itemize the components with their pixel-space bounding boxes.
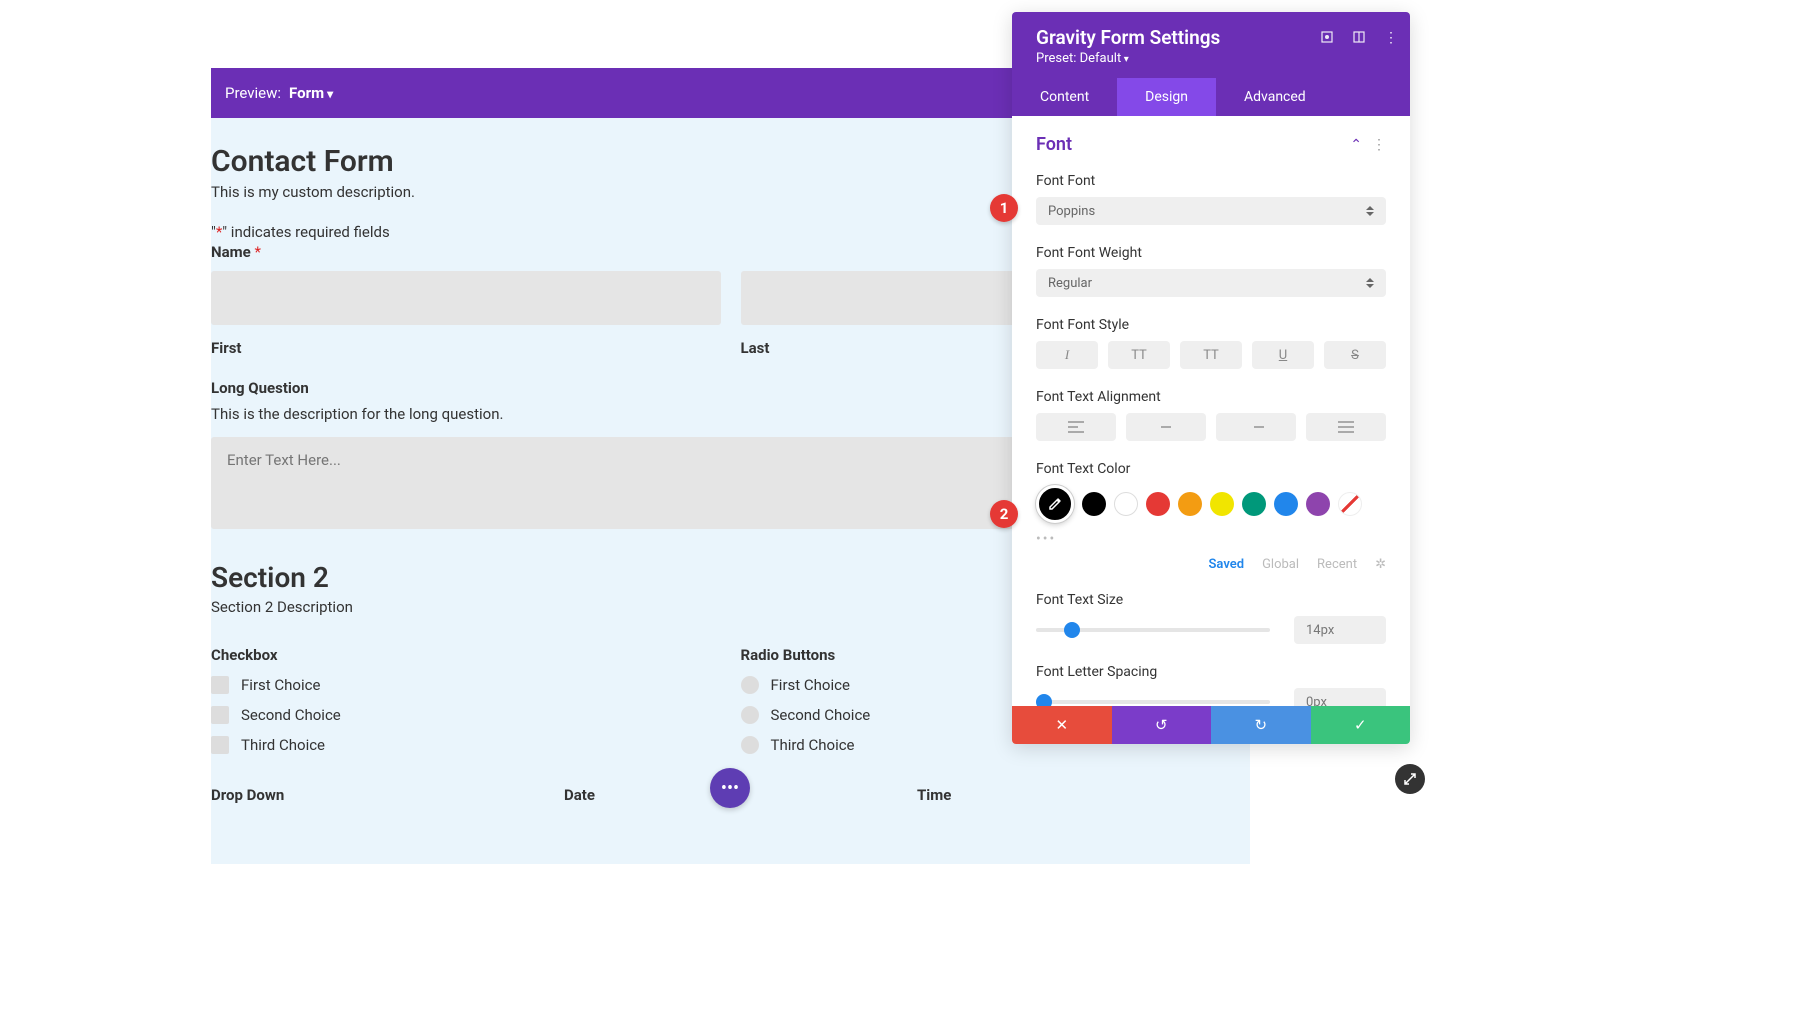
panel-tabs: Content Design Advanced (1012, 78, 1410, 116)
color-tab-global[interactable]: Global (1262, 557, 1299, 572)
slider-thumb[interactable] (1064, 622, 1080, 638)
color-picker-button[interactable] (1036, 485, 1074, 523)
swatch-teal[interactable] (1242, 492, 1266, 516)
align-justify-icon (1338, 421, 1354, 433)
color-tab-saved[interactable]: Saved (1209, 557, 1245, 572)
settings-panel: Gravity Form Settings Preset: Default ⋮ … (1012, 12, 1410, 744)
more-dots-icon[interactable]: ••• (1036, 531, 1386, 547)
font-weight-select[interactable]: Regular (1036, 269, 1386, 297)
annotation-badge-1: 1 (990, 194, 1018, 222)
italic-button[interactable]: I (1036, 341, 1098, 369)
checkbox-title: Checkbox (211, 646, 721, 664)
checkbox-icon (211, 706, 229, 724)
redo-icon: ↻ (1254, 716, 1267, 734)
align-left-button[interactable] (1036, 413, 1116, 441)
eyedropper-icon (1047, 496, 1063, 512)
swatch-none[interactable] (1338, 492, 1362, 516)
redo-button[interactable]: ↻ (1211, 706, 1311, 744)
text-size-label: Font Text Size (1036, 592, 1386, 608)
radio-icon (741, 736, 759, 754)
radio-icon (741, 706, 759, 724)
text-alignment-label: Font Text Alignment (1036, 389, 1386, 405)
swatch-white[interactable] (1114, 492, 1138, 516)
swatch-black[interactable] (1082, 492, 1106, 516)
uppercase-button[interactable]: TT (1108, 341, 1170, 369)
undo-icon: ↺ (1155, 716, 1168, 734)
align-justify-button[interactable] (1306, 413, 1386, 441)
smallcaps-button[interactable]: TT (1180, 341, 1242, 369)
time-label: Time (917, 786, 1250, 804)
text-size-value[interactable]: 14px (1294, 616, 1386, 644)
expand-icon (1403, 772, 1417, 786)
checkbox-icon (211, 676, 229, 694)
panel-body: Font ⌃ ⋮ Font Font Poppins Font Font Wei… (1012, 116, 1410, 706)
dropdown-label: Drop Down (211, 786, 544, 804)
letter-spacing-value[interactable]: 0px (1294, 688, 1386, 706)
undo-button[interactable]: ↺ (1112, 706, 1212, 744)
layout-icon[interactable] (1352, 30, 1366, 46)
text-color-label: Font Text Color (1036, 461, 1386, 477)
tab-content[interactable]: Content (1012, 78, 1117, 116)
cancel-button[interactable]: ✕ (1012, 706, 1112, 744)
checkbox-option[interactable]: Second Choice (211, 706, 721, 724)
kebab-icon[interactable]: ⋮ (1384, 30, 1398, 46)
align-right-icon (1248, 421, 1264, 433)
letter-spacing-slider[interactable] (1036, 700, 1270, 704)
text-size-slider[interactable] (1036, 628, 1270, 632)
font-weight-label: Font Font Weight (1036, 245, 1386, 261)
font-family-select[interactable]: Poppins (1036, 197, 1386, 225)
color-tab-recent[interactable]: Recent (1317, 557, 1357, 572)
swatch-yellow[interactable] (1210, 492, 1234, 516)
panel-footer: ✕ ↺ ↻ ✓ (1012, 706, 1410, 744)
align-left-icon (1068, 421, 1084, 433)
checkbox-option[interactable]: Third Choice (211, 736, 721, 754)
font-section-title: Font (1036, 134, 1072, 155)
gear-icon[interactable]: ✲ (1375, 557, 1386, 572)
align-right-button[interactable] (1216, 413, 1296, 441)
font-family-label: Font Font (1036, 173, 1386, 189)
preview-label: Preview: (225, 84, 281, 102)
first-name-sublabel: First (211, 339, 721, 357)
checkbox-option[interactable]: First Choice (211, 676, 721, 694)
focus-icon[interactable] (1320, 30, 1334, 46)
save-button[interactable]: ✓ (1311, 706, 1411, 744)
kebab-icon[interactable]: ⋮ (1372, 137, 1386, 153)
expand-panel-fab[interactable] (1395, 764, 1425, 794)
checkbox-icon (211, 736, 229, 754)
swatch-red[interactable] (1146, 492, 1170, 516)
radio-icon (741, 676, 759, 694)
font-section-header[interactable]: Font ⌃ ⋮ (1012, 116, 1410, 167)
underline-button[interactable]: U (1252, 341, 1314, 369)
letter-spacing-label: Font Letter Spacing (1036, 664, 1386, 680)
panel-header: Gravity Form Settings Preset: Default ⋮ (1012, 12, 1410, 78)
panel-preset-dropdown[interactable]: Preset: Default (1036, 51, 1386, 66)
align-center-button[interactable] (1126, 413, 1206, 441)
more-options-fab[interactable]: ••• (710, 768, 750, 808)
align-center-icon (1158, 421, 1174, 433)
check-icon: ✓ (1354, 716, 1367, 734)
dots-icon: ••• (721, 778, 739, 799)
font-style-label: Font Font Style (1036, 317, 1386, 333)
tab-design[interactable]: Design (1117, 78, 1216, 116)
first-name-input[interactable] (211, 271, 721, 325)
tab-advanced[interactable]: Advanced (1216, 78, 1334, 116)
swatch-purple[interactable] (1306, 492, 1330, 516)
strikethrough-button[interactable]: S (1324, 341, 1386, 369)
preview-mode-dropdown[interactable]: Form (289, 84, 333, 102)
annotation-badge-2: 2 (990, 500, 1018, 528)
swatch-blue[interactable] (1274, 492, 1298, 516)
chevron-up-icon[interactable]: ⌃ (1350, 137, 1362, 153)
swatch-orange[interactable] (1178, 492, 1202, 516)
close-icon: ✕ (1055, 716, 1068, 734)
slider-thumb[interactable] (1036, 694, 1052, 706)
